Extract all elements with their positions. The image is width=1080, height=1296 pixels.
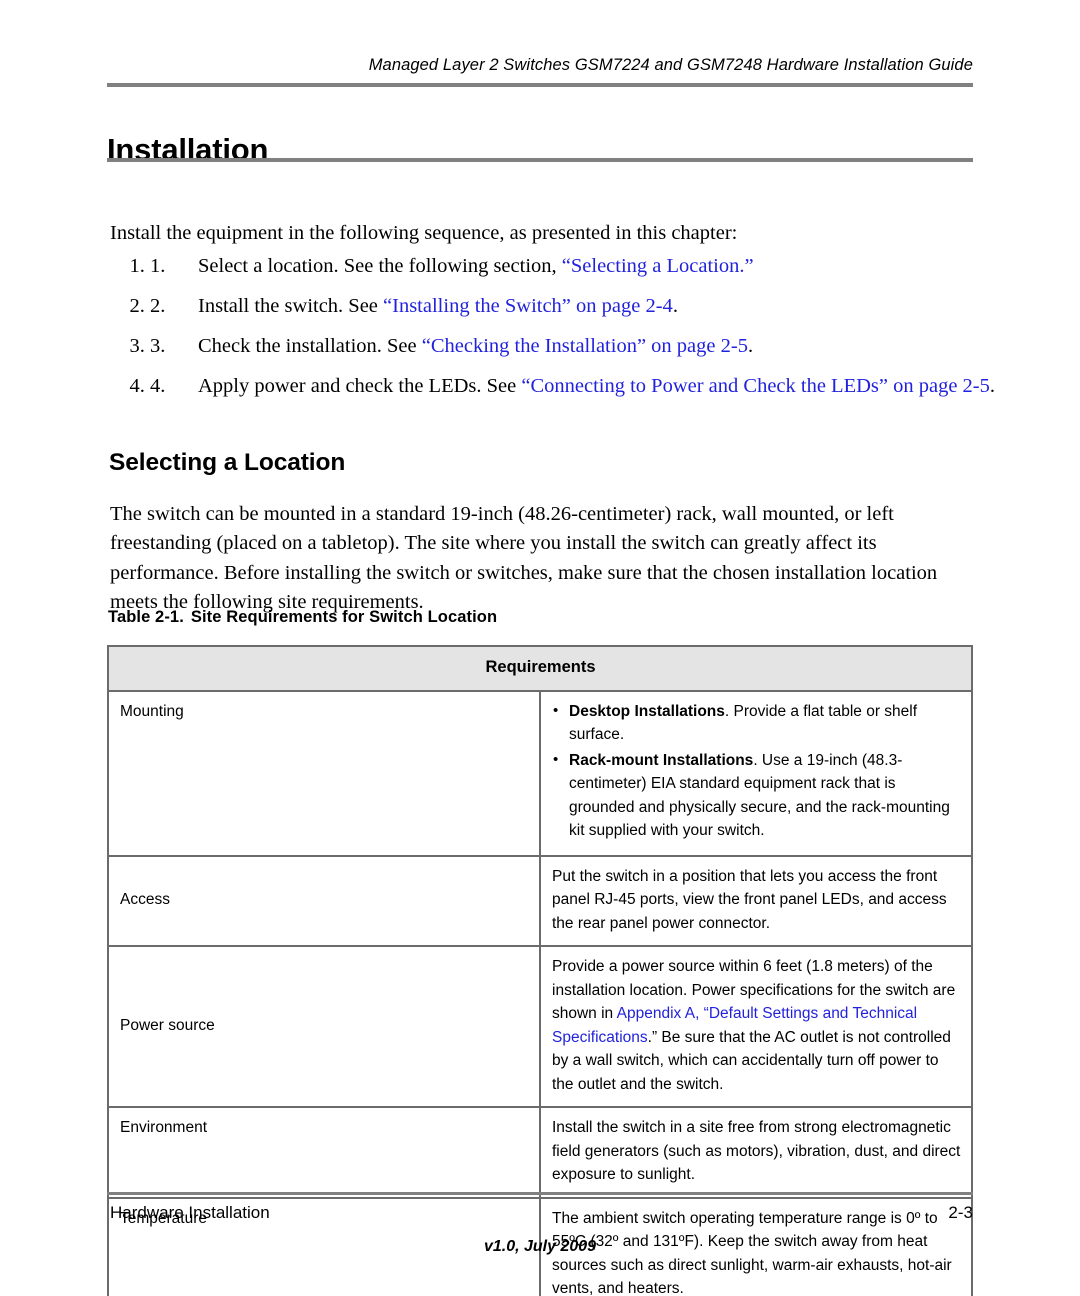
header-rule [107, 83, 973, 87]
row-value: Install the switch in a site free from s… [539, 1106, 973, 1199]
cross-reference-link[interactable]: “Selecting a Location.” [562, 255, 754, 277]
list-item-text-after: . [747, 335, 754, 357]
cross-reference-link[interactable]: “Checking the Installation” on page 2-5 [422, 335, 748, 357]
footer-rule [107, 1192, 973, 1195]
bullet-list: Desktop Installations. Provide a flat ta… [552, 699, 961, 843]
list-item: Desktop Installations. Provide a flat ta… [552, 699, 961, 747]
table-caption-title: Site Requirements for Switch Location [190, 608, 498, 626]
list-item-number: 3. [150, 335, 166, 357]
row-value: Put the switch in a position that lets y… [539, 854, 973, 947]
list-item-text-after: . [672, 295, 678, 317]
row-label: Environment [107, 1106, 541, 1199]
bullet-term: Desktop Installations [569, 702, 725, 720]
page-number: 2-3 [948, 1203, 973, 1222]
cross-reference-link[interactable]: “Installing the Switch” on page 2-4 [383, 295, 673, 317]
row-label: Power source [107, 945, 541, 1108]
installation-steps-list: 1. Select a location. See the following s… [110, 252, 1020, 412]
row-label: Access [107, 854, 541, 947]
bullet-term: Rack-mount Installations [569, 751, 754, 769]
list-item: 1. Select a location. See the following s… [150, 252, 1020, 281]
list-item-number: 2. [150, 295, 166, 317]
table-row: Power source Provide a power source with… [107, 945, 973, 1108]
table-row: Access Put the switch in a position that… [107, 854, 973, 947]
list-item: Rack-mount Installations. Use a 19-inch … [552, 748, 961, 843]
list-item: 3. Check the installation. See “Checking … [150, 332, 1020, 361]
running-header: Managed Layer 2 Switches GSM7224 and GSM… [368, 56, 973, 74]
list-item: 2. Install the switch. See “Installing th… [150, 292, 1020, 321]
table-caption: Table 2-1. Site Requirements for Switch L… [108, 608, 497, 627]
table-row: Environment Install the switch in a site… [107, 1106, 973, 1199]
table-caption-number: Table 2-1. [108, 608, 184, 626]
row-label: Mounting [107, 689, 541, 857]
intro-paragraph: Install the equipment in the following s… [110, 221, 738, 244]
row-value: Provide a power source within 6 feet (1.… [539, 945, 973, 1108]
list-item-number: 1. [150, 255, 166, 277]
list-item-text: Install the switch. See [198, 295, 384, 317]
list-item-text: Select a location. See the following sec… [198, 255, 562, 277]
section-paragraph: The switch can be mounted in a standard … [110, 502, 938, 614]
table-header-row: Requirements [107, 645, 973, 692]
chapter-title-rule [107, 158, 973, 162]
list-item-text-after: . [989, 375, 996, 397]
cross-reference-link[interactable]: “Connecting to Power and Check the LEDs”… [521, 375, 990, 397]
table-row: Mounting Desktop Installations. Provide … [107, 689, 973, 857]
table-header-cell: Requirements [107, 645, 973, 692]
site-requirements-table: Requirements Mounting Desktop Installati… [107, 645, 973, 1296]
list-item: 4. Apply power and check the LEDs. See “C… [150, 372, 1020, 401]
list-item-text: Check the installation. See [198, 335, 422, 357]
list-item-number: 4. [150, 375, 166, 397]
section-heading: Selecting a Location [109, 449, 346, 477]
row-value: Desktop Installations. Provide a flat ta… [539, 689, 973, 857]
list-item-text: Apply power and check the LEDs. See [198, 375, 522, 397]
footer-version: v1.0, July 2009 [483, 1238, 597, 1255]
document-page: Managed Layer 2 Switches GSM7224 and GSM… [0, 0, 1080, 1296]
